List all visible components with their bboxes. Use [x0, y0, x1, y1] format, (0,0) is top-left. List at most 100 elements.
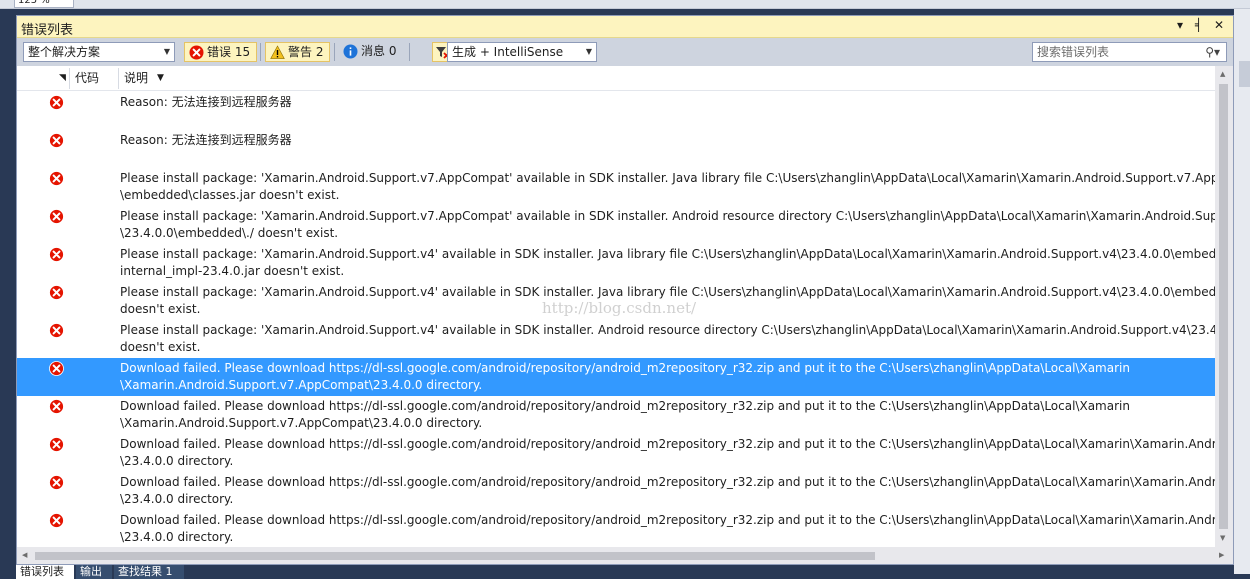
column-code[interactable]: 代码: [75, 66, 99, 91]
side-dock: [1234, 9, 1250, 574]
error-description-line: Download failed. Please download https:/…: [120, 475, 1215, 489]
error-icon: [49, 285, 64, 300]
errors-count-label: 错误 15: [207, 45, 251, 59]
column-description[interactable]: 说明: [124, 66, 148, 91]
table-row[interactable]: Download failed. Please download https:/…: [17, 396, 1215, 434]
error-description-line: Please install package: 'Xamarin.Android…: [120, 323, 1215, 337]
build-source-value: 生成 + IntelliSense: [452, 45, 564, 59]
chevron-down-icon: ▼: [163, 47, 170, 56]
error-description-line: \embedded\classes.jar doesn't exist.: [120, 188, 340, 202]
error-description-line: Reason: 无法连接到远程服务器: [120, 95, 292, 109]
column-header: ◥ 代码 说明 ▼: [17, 66, 1215, 91]
error-icon: [49, 361, 64, 376]
error-icon: [49, 475, 64, 490]
error-icon: [49, 171, 64, 186]
messages-filter-button[interactable]: 消息 0: [339, 42, 402, 62]
toolbar-separator: [334, 43, 335, 61]
error-description: Reason: 无法连接到远程服务器: [120, 94, 1215, 111]
error-rows: Reason: 无法连接到远程服务器 Reason: 无法连接到远程服务器 Plea…: [17, 92, 1215, 547]
error-description-line: Please install package: 'Xamarin.Android…: [120, 171, 1215, 185]
error-icon: [49, 247, 64, 262]
toolbar-separator: [409, 43, 410, 61]
error-icon: [49, 323, 64, 338]
error-description-line: \Xamarin.Android.Support.v7.AppCompat\23…: [120, 378, 483, 392]
window-menu-icon[interactable]: ▾: [1177, 18, 1183, 32]
search-placeholder: 搜索错误列表: [1037, 45, 1110, 59]
table-row[interactable]: Please install package: 'Xamarin.Android…: [17, 320, 1215, 358]
scroll-right-icon[interactable]: ▶: [1219, 551, 1224, 559]
scroll-up-icon[interactable]: ▲: [1220, 70, 1225, 78]
toolbar-separator: [260, 43, 261, 61]
scope-value: 整个解决方案: [28, 45, 101, 59]
error-description-line: doesn't exist.: [120, 340, 201, 354]
build-source-dropdown[interactable]: 生成 + IntelliSense ▼: [447, 42, 597, 62]
vertical-scrollbar[interactable]: ▲ ▼: [1215, 66, 1233, 547]
error-description-line: \23.4.0.0 directory.: [120, 454, 234, 468]
error-description: Download failed. Please download https:/…: [120, 512, 1215, 546]
sort-corner-icon[interactable]: ◥: [59, 66, 66, 91]
column-divider[interactable]: [118, 68, 119, 89]
errors-filter-button[interactable]: 错误 15: [184, 42, 258, 62]
error-description-line: \23.4.0.0 directory.: [120, 530, 234, 544]
side-dock-tab[interactable]: [1239, 61, 1250, 87]
error-description: Please install package: 'Xamarin.Android…: [120, 208, 1215, 242]
tab-find-results[interactable]: 查找结果 1: [114, 565, 184, 579]
error-description: Download failed. Please download https:/…: [120, 360, 1215, 394]
search-icon[interactable]: ⚲▾: [1205, 43, 1220, 61]
error-icon: [49, 133, 64, 148]
scope-dropdown[interactable]: 整个解决方案 ▼: [23, 42, 175, 62]
auto-hide-pin-icon[interactable]: ╡: [1195, 18, 1202, 32]
error-description-line: \23.4.0.0\embedded\./ doesn't exist.: [120, 226, 339, 240]
error-description: Please install package: 'Xamarin.Android…: [120, 170, 1215, 204]
error-description-line: Download failed. Please download https:/…: [120, 399, 1130, 413]
error-icon: [49, 209, 64, 224]
table-row[interactable]: Download failed. Please download https:/…: [17, 472, 1215, 510]
warnings-count-label: 警告 2: [288, 45, 324, 59]
messages-count-label: 消息 0: [361, 44, 397, 58]
table-row[interactable]: Download failed. Please download https:/…: [17, 510, 1215, 547]
table-row[interactable]: Download failed. Please download https:/…: [17, 358, 1215, 396]
error-description-line: Download failed. Please download https:/…: [120, 361, 1130, 375]
error-description-line: Please install package: 'Xamarin.Android…: [120, 209, 1215, 223]
error-icon: [49, 513, 64, 528]
info-icon: [343, 44, 358, 59]
vertical-scroll-thumb[interactable]: [1219, 84, 1228, 529]
table-row[interactable]: Download failed. Please download https:/…: [17, 434, 1215, 472]
error-description: Download failed. Please download https:/…: [120, 398, 1215, 432]
error-description: Please install package: 'Xamarin.Android…: [120, 322, 1215, 356]
error-description: Reason: 无法连接到远程服务器: [120, 132, 1215, 149]
table-row[interactable]: Please install package: 'Xamarin.Android…: [17, 206, 1215, 244]
error-description: Download failed. Please download https:/…: [120, 474, 1215, 508]
watermark: http://blog.csdn.net/: [542, 299, 697, 317]
zoom-combo[interactable]: 125 %: [14, 0, 74, 8]
scroll-left-icon[interactable]: ◀: [22, 551, 27, 559]
error-icon: [49, 95, 64, 110]
panel-title: 错误列表: [21, 23, 74, 38]
error-description-line: \23.4.0.0 directory.: [120, 492, 234, 506]
zoom-strip: 125 %: [0, 0, 1250, 9]
sort-descending-icon[interactable]: ▼: [157, 66, 164, 91]
warnings-filter-button[interactable]: 警告 2: [265, 42, 331, 62]
error-icon: [189, 45, 204, 60]
horizontal-scroll-thumb[interactable]: [35, 552, 875, 560]
table-row[interactable]: Reason: 无法连接到远程服务器: [17, 130, 1215, 168]
error-icon: [49, 399, 64, 414]
horizontal-scrollbar[interactable]: ◀ ▶: [17, 547, 1233, 564]
error-description-line: Download failed. Please download https:/…: [120, 513, 1215, 527]
error-description-line: Download failed. Please download https:/…: [120, 437, 1215, 451]
chevron-down-icon: ▼: [585, 47, 592, 56]
table-row[interactable]: Reason: 无法连接到远程服务器: [17, 92, 1215, 130]
scroll-down-icon[interactable]: ▼: [1220, 534, 1225, 542]
table-row[interactable]: Please install package: 'Xamarin.Android…: [17, 244, 1215, 282]
tab-output[interactable]: 输出: [76, 565, 112, 579]
error-list-panel: 错误列表 ▾ ╡ ✕ 整个解决方案 ▼ 错误 15 警告 2 消息 0 生成 +…: [16, 15, 1234, 565]
column-divider[interactable]: [69, 68, 70, 89]
error-description-line: \Xamarin.Android.Support.v7.AppCompat\23…: [120, 416, 483, 430]
close-icon[interactable]: ✕: [1214, 18, 1224, 32]
search-input[interactable]: 搜索错误列表 ⚲▾: [1032, 42, 1227, 62]
warning-icon: [270, 45, 285, 59]
error-list-toolbar: 整个解决方案 ▼ 错误 15 警告 2 消息 0 生成 + IntelliSen…: [17, 38, 1233, 66]
error-icon: [49, 437, 64, 452]
tab-error-list[interactable]: 错误列表: [16, 565, 74, 579]
table-row[interactable]: Please install package: 'Xamarin.Android…: [17, 168, 1215, 206]
